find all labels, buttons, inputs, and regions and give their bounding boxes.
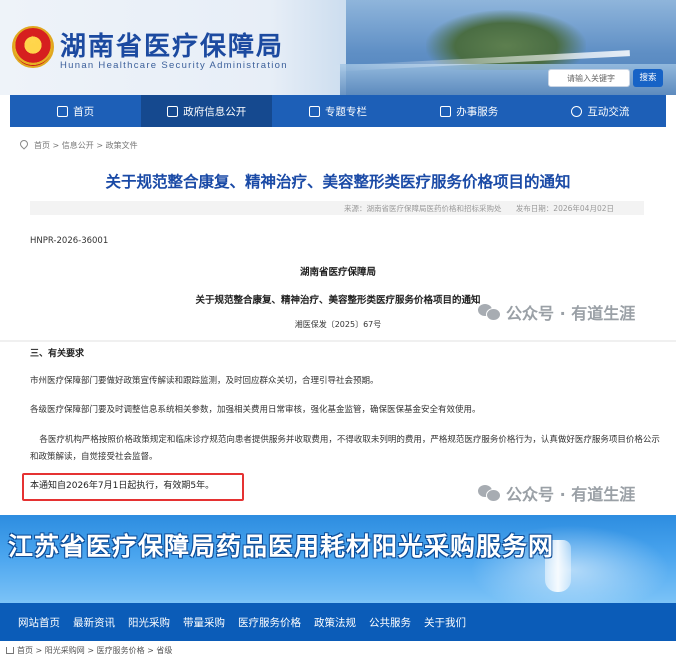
nav-label: 首页 <box>73 105 95 118</box>
nav-label: 互动交流 <box>587 105 630 118</box>
wechat-icon <box>478 485 501 502</box>
wechat-icon <box>478 304 501 321</box>
chat-icon <box>571 105 583 117</box>
nav-label: 办事服务 <box>456 105 499 118</box>
article-title: 关于规范整合康复、精神治疗、美容整形类医疗服务价格项目的通知 <box>105 173 571 191</box>
effective-date-notice: 本通知自2026年7月1日起执行，有效期5年。 <box>30 481 215 491</box>
jiangsu-breadcrumb[interactable]: 首页 > 阳光采购网 > 医疗服务价格 > 省级 <box>0 641 676 659</box>
home-icon <box>6 647 14 654</box>
paragraph: 各医疗机构严格按照价格政策规定和临床诊疗规范向患者提供服务并收取费用，不得收取未… <box>30 435 660 462</box>
js-nav-public-service[interactable]: 公共服务 <box>369 615 411 630</box>
nav-home[interactable]: 首页 <box>10 95 141 127</box>
paragraph: 市州医疗保障部门要做好政策宣传解读和跟踪监测，及时回应群众关切，合理引导社会预期… <box>30 376 379 386</box>
nav-services[interactable]: 办事服务 <box>404 95 535 127</box>
js-nav-news[interactable]: 最新资讯 <box>73 615 115 630</box>
main-nav: 首页 政府信息公开 专题专栏 办事服务 互动交流 <box>10 95 666 127</box>
js-nav-about[interactable]: 关于我们 <box>424 615 466 630</box>
paragraph: 各级医疗保障部门要及时调整信息系统相关参数，加强相关费用日常审核，强化基金监管，… <box>30 405 481 415</box>
js-nav-volume-procurement[interactable]: 带量采购 <box>183 615 225 630</box>
search-button[interactable]: 搜索 <box>633 69 663 87</box>
document-icon <box>167 105 179 117</box>
topic-icon <box>309 105 320 117</box>
nav-topics[interactable]: 专题专栏 <box>272 95 403 127</box>
document-code: HNPR-2026-36001 <box>30 236 109 246</box>
search-input[interactable]: 请输入关键字 <box>548 69 630 87</box>
watermark-text: 公众号 · 有道生涯 <box>506 304 636 323</box>
watermark-text: 公众号 · 有道生涯 <box>506 485 636 504</box>
breadcrumb-text[interactable]: 首页 > 信息公开 > 政策文件 <box>34 141 138 150</box>
home-icon <box>57 105 69 117</box>
jiangsu-nav: 网站首页 最新资讯 阳光采购 带量采购 医疗服务价格 政策法规 公共服务 关于我… <box>0 603 676 641</box>
hunan-header: ★ 湖南省医疗保障局 Hunan Healthcare Security Adm… <box>0 0 676 95</box>
article-meta: 来源：湖南省医疗保障局医药价格和招标采购处 发布日期：2026年04月02日 <box>30 201 644 215</box>
nav-interaction[interactable]: 互动交流 <box>535 95 666 127</box>
document-org: 湖南省医疗保障局 <box>299 267 376 278</box>
js-nav-policy[interactable]: 政策法规 <box>314 615 356 630</box>
site-subtitle: Hunan Healthcare Security Administration <box>60 60 288 71</box>
js-nav-home[interactable]: 网站首页 <box>18 615 60 630</box>
watermark: 公众号 · 有道生涯 <box>478 300 635 324</box>
watermark: 公众号 · 有道生涯 <box>478 481 635 505</box>
jiangsu-site-title[interactable]: 江苏省医疗保障局药品医用耗材阳光采购服务网 <box>8 527 554 563</box>
article-source: 来源：湖南省医疗保障局医药价格和招标采购处 <box>344 204 502 213</box>
nav-label: 专题专栏 <box>325 105 367 118</box>
nav-gov-info[interactable]: 政府信息公开 <box>141 95 273 127</box>
service-icon <box>440 105 452 117</box>
js-nav-sunshine-procurement[interactable]: 阳光采购 <box>128 615 170 630</box>
nav-label: 政府信息公开 <box>183 105 247 118</box>
site-title[interactable]: 湖南省医疗保障局 <box>60 26 284 63</box>
breadcrumb[interactable]: 首页 > 信息公开 > 政策文件 <box>18 138 138 151</box>
breadcrumb-text[interactable]: 首页 > 阳光采购网 > 医疗服务价格 > 省级 <box>17 646 172 655</box>
section-divider <box>0 340 676 342</box>
article-date: 发布日期：2026年04月02日 <box>515 204 614 213</box>
national-emblem-icon: ★ <box>12 26 54 68</box>
js-nav-service-price[interactable]: 医疗服务价格 <box>238 615 301 630</box>
location-pin-icon <box>18 138 30 150</box>
section-heading: 三、有关要求 <box>30 349 85 359</box>
